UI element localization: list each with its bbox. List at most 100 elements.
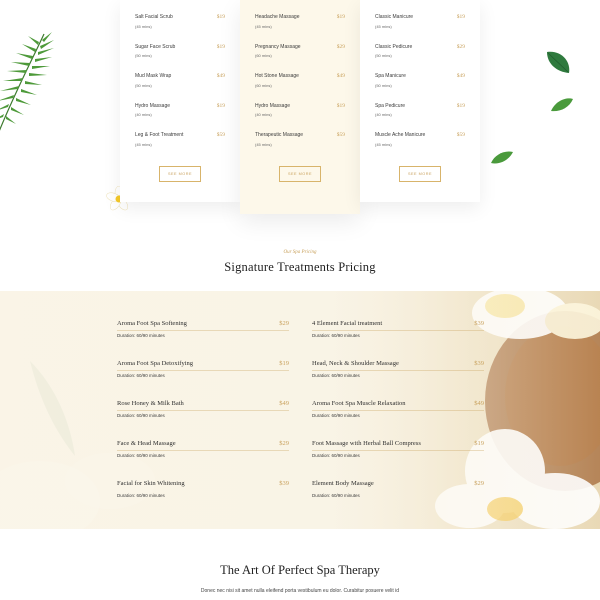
menu-item-price: $29 <box>336 43 345 50</box>
menu-item-price: $19 <box>336 102 345 109</box>
treatment-price: $19 <box>474 440 484 447</box>
pricing-card-nails: Classic Manicure (45 mins) $19 Classic P… <box>360 0 480 202</box>
menu-item: Salt Facial Scrub (45 mins) $19 <box>135 14 225 44</box>
treatment-price: $39 <box>474 360 484 367</box>
menu-item-duration: (40 mins) <box>375 112 392 117</box>
menu-item: Spa Manicure (50 mins) $49 <box>375 73 465 103</box>
menu-item-price: $49 <box>336 73 345 79</box>
treatment-price: $39 <box>474 320 484 327</box>
leaf-icon <box>491 151 513 164</box>
treatment-name: Element Body Massage <box>312 480 374 487</box>
menu-item: Leg & Foot Treatment (45 mins) $59 <box>135 132 225 162</box>
menu-item-price: $59 <box>456 132 465 138</box>
menu-item: Hydro Massage (40 mins) $19 <box>135 103 225 133</box>
art-section-text: Donec nec nisi sit amet nulla eleifend p… <box>200 588 400 594</box>
menu-item: Sugar Face Scrub (50 mins) $19 <box>135 44 225 74</box>
see-more-button[interactable]: SEE MORE <box>159 166 201 182</box>
menu-item-name: Leg & Foot Treatment <box>135 132 184 138</box>
menu-item-name: Spa Pedicure <box>375 102 406 109</box>
treatment-item: 4 Element Facial treatment Duration: 60/… <box>312 291 484 338</box>
treatment-price: $39 <box>279 480 289 487</box>
treatment-item: Facial for Skin Whitening Duration: 60/9… <box>117 451 289 498</box>
menu-item-duration: (60 mins) <box>255 82 272 88</box>
treatment-duration: Duration: 60/90 minutes <box>312 493 360 498</box>
menu-item: Headache Massage (45 mins) $19 <box>255 14 345 44</box>
menu-item-duration: (40 mins) <box>255 112 272 117</box>
menu-item: Classic Pedicure (50 mins) $29 <box>375 44 465 74</box>
menu-item-name: Hydro Massage <box>255 102 291 109</box>
menu-item-name: Spa Manicure <box>375 73 406 79</box>
menu-item-name: Classic Pedicure <box>375 43 413 50</box>
treatment-item: Aroma Foot Spa Softening Duration: 60/90… <box>117 291 289 338</box>
menu-item-price: $49 <box>456 73 465 79</box>
treatment-name: Aroma Foot Spa Softening <box>117 320 187 327</box>
menu-item-price: $19 <box>456 14 465 20</box>
menu-item: Classic Manicure (45 mins) $19 <box>375 14 465 44</box>
menu-item: Hydro Massage (40 mins) $19 <box>255 103 345 133</box>
menu-item: Pregnancy Massage (60 mins) $29 <box>255 44 345 74</box>
menu-item: Hot Stone Massage (60 mins) $49 <box>255 73 345 103</box>
menu-item-price: $19 <box>336 14 345 20</box>
signature-treatments-band: Aroma Foot Spa Softening Duration: 60/90… <box>0 291 600 529</box>
treatment-item: Aroma Foot Spa Detoxifying Duration: 60/… <box>117 331 289 378</box>
menu-item-price: $49 <box>216 73 225 79</box>
see-more-button[interactable]: SEE MORE <box>279 166 321 182</box>
treatment-item: Element Body Massage Duration: 60/90 min… <box>312 451 484 498</box>
leaf-icon <box>547 51 570 73</box>
treatment-item: Rose Honey & Milk Bath Duration: 60/90 m… <box>117 371 289 418</box>
pricing-card-massage: Headache Massage (45 mins) $19 Pregnancy… <box>240 0 360 214</box>
section-title: Signature Treatments Pricing <box>224 260 376 274</box>
treatment-name: Face & Head Massage <box>117 440 176 447</box>
menu-item-price: $19 <box>216 43 225 50</box>
leaf-icon <box>551 98 573 112</box>
section-kicker: Our Spa Pricing <box>283 250 317 255</box>
menu-item: Mud Mask Wrap (50 mins) $49 <box>135 73 225 103</box>
treatment-price: $29 <box>279 440 289 447</box>
treatment-price: $29 <box>279 320 289 327</box>
see-more-button[interactable]: SEE MORE <box>399 166 441 182</box>
treatments-column-left: Aroma Foot Spa Softening Duration: 60/90… <box>117 291 289 498</box>
treatment-name: Head, Neck & Shoulder Massage <box>312 360 399 367</box>
menu-item-price: $19 <box>216 14 225 20</box>
treatment-duration: Duration: 60/90 minutes <box>117 493 165 498</box>
treatment-price: $49 <box>279 400 289 407</box>
treatment-price: $19 <box>279 360 289 367</box>
menu-item-duration: (45 mins) <box>135 141 152 147</box>
menu-item-price: $59 <box>336 132 345 138</box>
treatment-item: Aroma Foot Spa Muscle Relaxation Duratio… <box>312 371 484 418</box>
menu-item: Spa Pedicure (40 mins) $19 <box>375 103 465 133</box>
menu-item-price: $29 <box>456 43 465 50</box>
menu-item-name: Salt Facial Scrub <box>135 14 173 20</box>
menu-item-duration: (40 mins) <box>135 112 152 117</box>
treatment-price: $29 <box>474 480 484 487</box>
treatment-name: Facial for Skin Whitening <box>117 480 185 487</box>
band-overlay <box>0 291 600 529</box>
menu-item-price: $59 <box>216 132 225 138</box>
menu-cards-section: Salt Facial Scrub (45 mins) $19 Sugar Fa… <box>0 0 600 225</box>
menu-item-duration: (45 mins) <box>255 141 272 147</box>
menu-item-name: Hot Stone Massage <box>255 73 299 79</box>
menu-item-duration: (50 mins) <box>375 82 392 88</box>
menu-item-price: $19 <box>216 102 225 109</box>
menu-item-duration: (50 mins) <box>135 82 152 88</box>
menu-item-name: Classic Manicure <box>375 14 414 20</box>
menu-item-duration: (45 mins) <box>375 23 392 29</box>
palm-leaf-icon <box>0 32 54 131</box>
menu-item: Muscle Ache Manicure (45 mins) $59 <box>375 132 465 162</box>
menu-item-duration: (60 mins) <box>255 53 272 58</box>
menu-item-name: Mud Mask Wrap <box>135 73 172 79</box>
treatment-name: Aroma Foot Spa Detoxifying <box>117 360 194 367</box>
menu-item-name: Muscle Ache Manicure <box>375 132 426 138</box>
menu-item-name: Hydro Massage <box>135 102 171 109</box>
menu-item-duration: (45 mins) <box>135 23 152 29</box>
treatment-item: Foot Massage with Herbal Ball Compress D… <box>312 411 484 458</box>
treatments-column-right: 4 Element Facial treatment Duration: 60/… <box>312 291 484 498</box>
menu-item: Therapeutic Massage (45 mins) $59 <box>255 132 345 162</box>
menu-item-price: $19 <box>456 102 465 109</box>
menu-item-name: Headache Massage <box>255 14 300 20</box>
menu-item-name: Sugar Face Scrub <box>135 43 176 50</box>
menu-item-duration: (50 mins) <box>375 53 392 58</box>
treatment-price: $49 <box>474 400 484 407</box>
treatment-name: Rose Honey & Milk Bath <box>117 400 184 407</box>
treatment-name: Aroma Foot Spa Muscle Relaxation <box>312 400 406 407</box>
